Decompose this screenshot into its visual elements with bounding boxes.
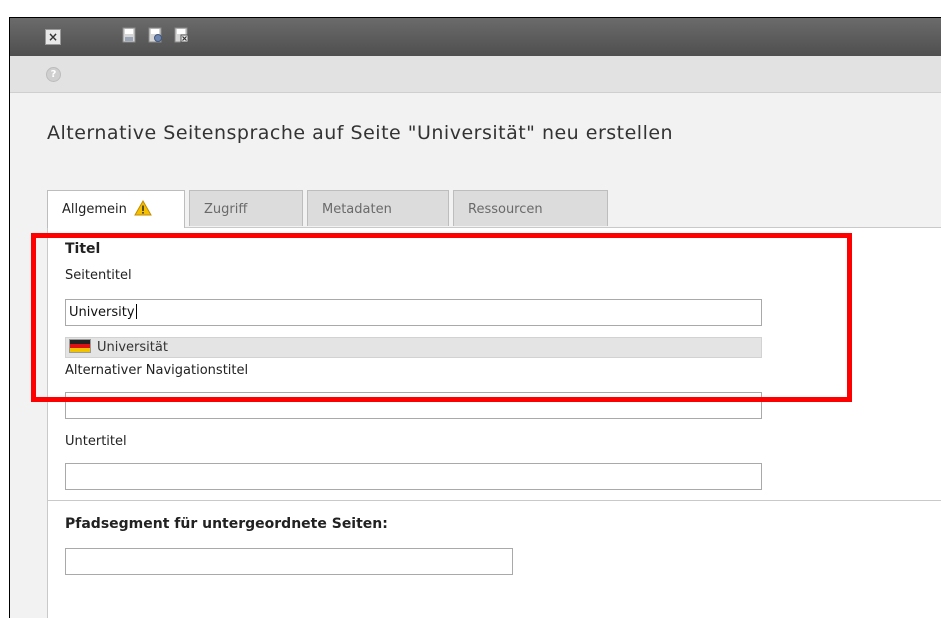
pfadsegment-section: Pfadsegment für untergeordnete Seiten: xyxy=(47,500,941,618)
save-and-close-icon[interactable] xyxy=(173,27,189,43)
default-language-value: Universität xyxy=(65,337,762,358)
untertitel-label: Untertitel xyxy=(65,434,127,449)
pfadsegment-heading: Pfadsegment für untergeordnete Seiten: xyxy=(65,516,388,532)
text-cursor xyxy=(135,304,137,319)
tab-label: Metadaten xyxy=(322,202,392,217)
doc-header-subbar: ? xyxy=(10,56,941,93)
seitentitel-value: University xyxy=(69,305,135,320)
default-language-text: Universität xyxy=(97,340,168,355)
nav-title-input[interactable] xyxy=(65,392,762,419)
close-icon[interactable]: × xyxy=(45,29,61,45)
warning-icon xyxy=(134,200,152,216)
pfadsegment-input[interactable] xyxy=(65,548,513,575)
tab-ressourcen[interactable]: Ressourcen xyxy=(453,190,608,226)
tab-label: Ressourcen xyxy=(468,202,543,217)
help-icon[interactable]: ? xyxy=(46,67,61,82)
tab-metadaten[interactable]: Metadaten xyxy=(307,190,449,226)
titel-section-heading: Titel xyxy=(65,241,101,257)
nav-title-label: Alternativer Navigationstitel xyxy=(65,363,249,378)
doc-header-toolbar: × xyxy=(10,18,941,56)
save-and-view-icon[interactable] xyxy=(147,27,163,43)
backend-window: × ? Alternative Seitensprache auf Seite … xyxy=(9,17,941,618)
tab-label: Zugriff xyxy=(204,202,248,217)
seitentitel-input[interactable]: University xyxy=(65,299,762,326)
tab-label: Allgemein xyxy=(62,202,127,217)
main-content: Alternative Seitensprache auf Seite "Uni… xyxy=(10,93,941,618)
tab-allgemein[interactable]: Allgemein xyxy=(47,190,185,228)
tab-zugriff[interactable]: Zugriff xyxy=(189,190,303,226)
save-icon[interactable] xyxy=(121,27,137,43)
seitentitel-label: Seitentitel xyxy=(65,268,132,283)
untertitel-input[interactable] xyxy=(65,463,762,490)
general-tab-panel: Titel Seitentitel University Universität… xyxy=(47,227,941,501)
page-title: Alternative Seitensprache auf Seite "Uni… xyxy=(47,122,674,144)
german-flag-icon xyxy=(69,339,91,353)
